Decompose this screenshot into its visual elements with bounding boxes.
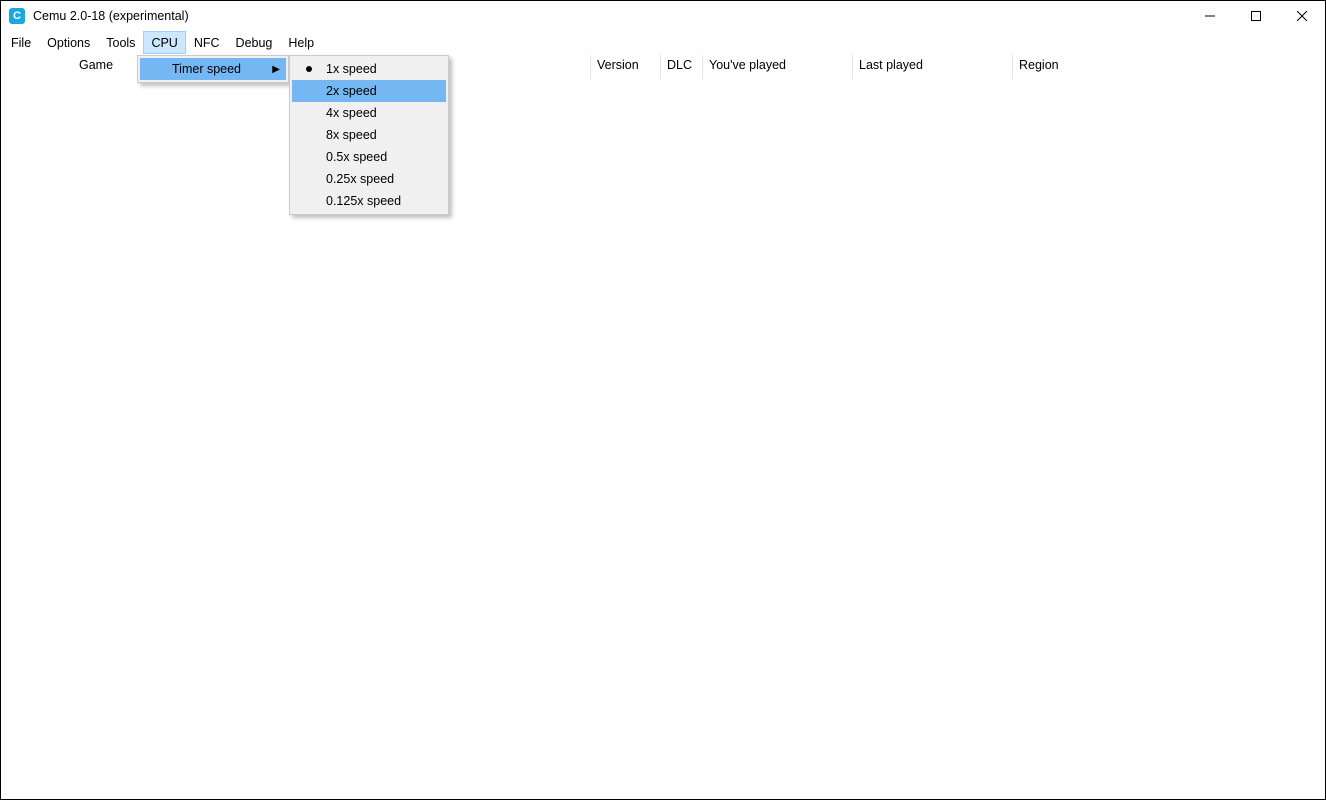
menu-tools[interactable]: Tools: [98, 31, 143, 54]
timer-speed-option-label: 0.25x speed: [326, 172, 394, 186]
window-title: Cemu 2.0-18 (experimental): [33, 9, 189, 23]
timer-speed-option[interactable]: 0.5x speed: [292, 146, 446, 168]
menu-options[interactable]: Options: [39, 31, 98, 54]
timer-speed-option[interactable]: 4x speed: [292, 102, 446, 124]
timer-speed-option[interactable]: 2x speed: [292, 80, 446, 102]
titlebar: C Cemu 2.0-18 (experimental): [1, 1, 1325, 31]
timer-speed-option[interactable]: 8x speed: [292, 124, 446, 146]
radio-selected-icon: [306, 66, 312, 72]
timer-speed-submenu: 1x speed 2x speed 4x speed 8x speed 0.5x spe…: [289, 55, 449, 215]
timer-speed-option-label: 0.5x speed: [326, 150, 387, 164]
content-area: Game Version DLC You've played Last play…: [1, 55, 1325, 799]
maximize-button[interactable]: [1233, 1, 1279, 31]
menu-nfc[interactable]: NFC: [186, 31, 228, 54]
timer-speed-option[interactable]: 0.125x speed: [292, 190, 446, 212]
app-icon: C: [9, 8, 25, 24]
timer-speed-option-label: 8x speed: [326, 128, 377, 142]
window-controls: [1187, 1, 1325, 31]
menubar: File Options Tools CPU NFC Debug Help: [1, 31, 1325, 55]
timer-speed-option[interactable]: 0.25x speed: [292, 168, 446, 190]
timer-speed-option-label: 2x speed: [326, 84, 377, 98]
column-header-dlc[interactable]: DLC: [661, 55, 703, 79]
column-spacer: [1, 55, 73, 79]
column-header-last-played[interactable]: Last played: [853, 55, 1013, 79]
column-header-region[interactable]: Region: [1013, 55, 1325, 79]
timer-speed-option-label: 0.125x speed: [326, 194, 401, 208]
timer-speed-option-label: 4x speed: [326, 106, 377, 120]
column-header-version[interactable]: Version: [591, 55, 661, 79]
menu-item-label: Timer speed: [172, 62, 241, 76]
timer-speed-option-label: 1x speed: [326, 62, 377, 76]
menu-cpu[interactable]: CPU: [143, 31, 185, 54]
cpu-dropdown: Timer speed ▶: [137, 55, 289, 83]
close-button[interactable]: [1279, 1, 1325, 31]
submenu-arrow-icon: ▶: [272, 64, 280, 75]
timer-speed-option[interactable]: 1x speed: [292, 58, 446, 80]
menu-help[interactable]: Help: [280, 31, 322, 54]
column-header-played[interactable]: You've played: [703, 55, 853, 79]
minimize-button[interactable]: [1187, 1, 1233, 31]
menu-file[interactable]: File: [3, 31, 39, 54]
menu-item-timer-speed[interactable]: Timer speed ▶: [140, 58, 286, 80]
menu-debug[interactable]: Debug: [228, 31, 281, 54]
